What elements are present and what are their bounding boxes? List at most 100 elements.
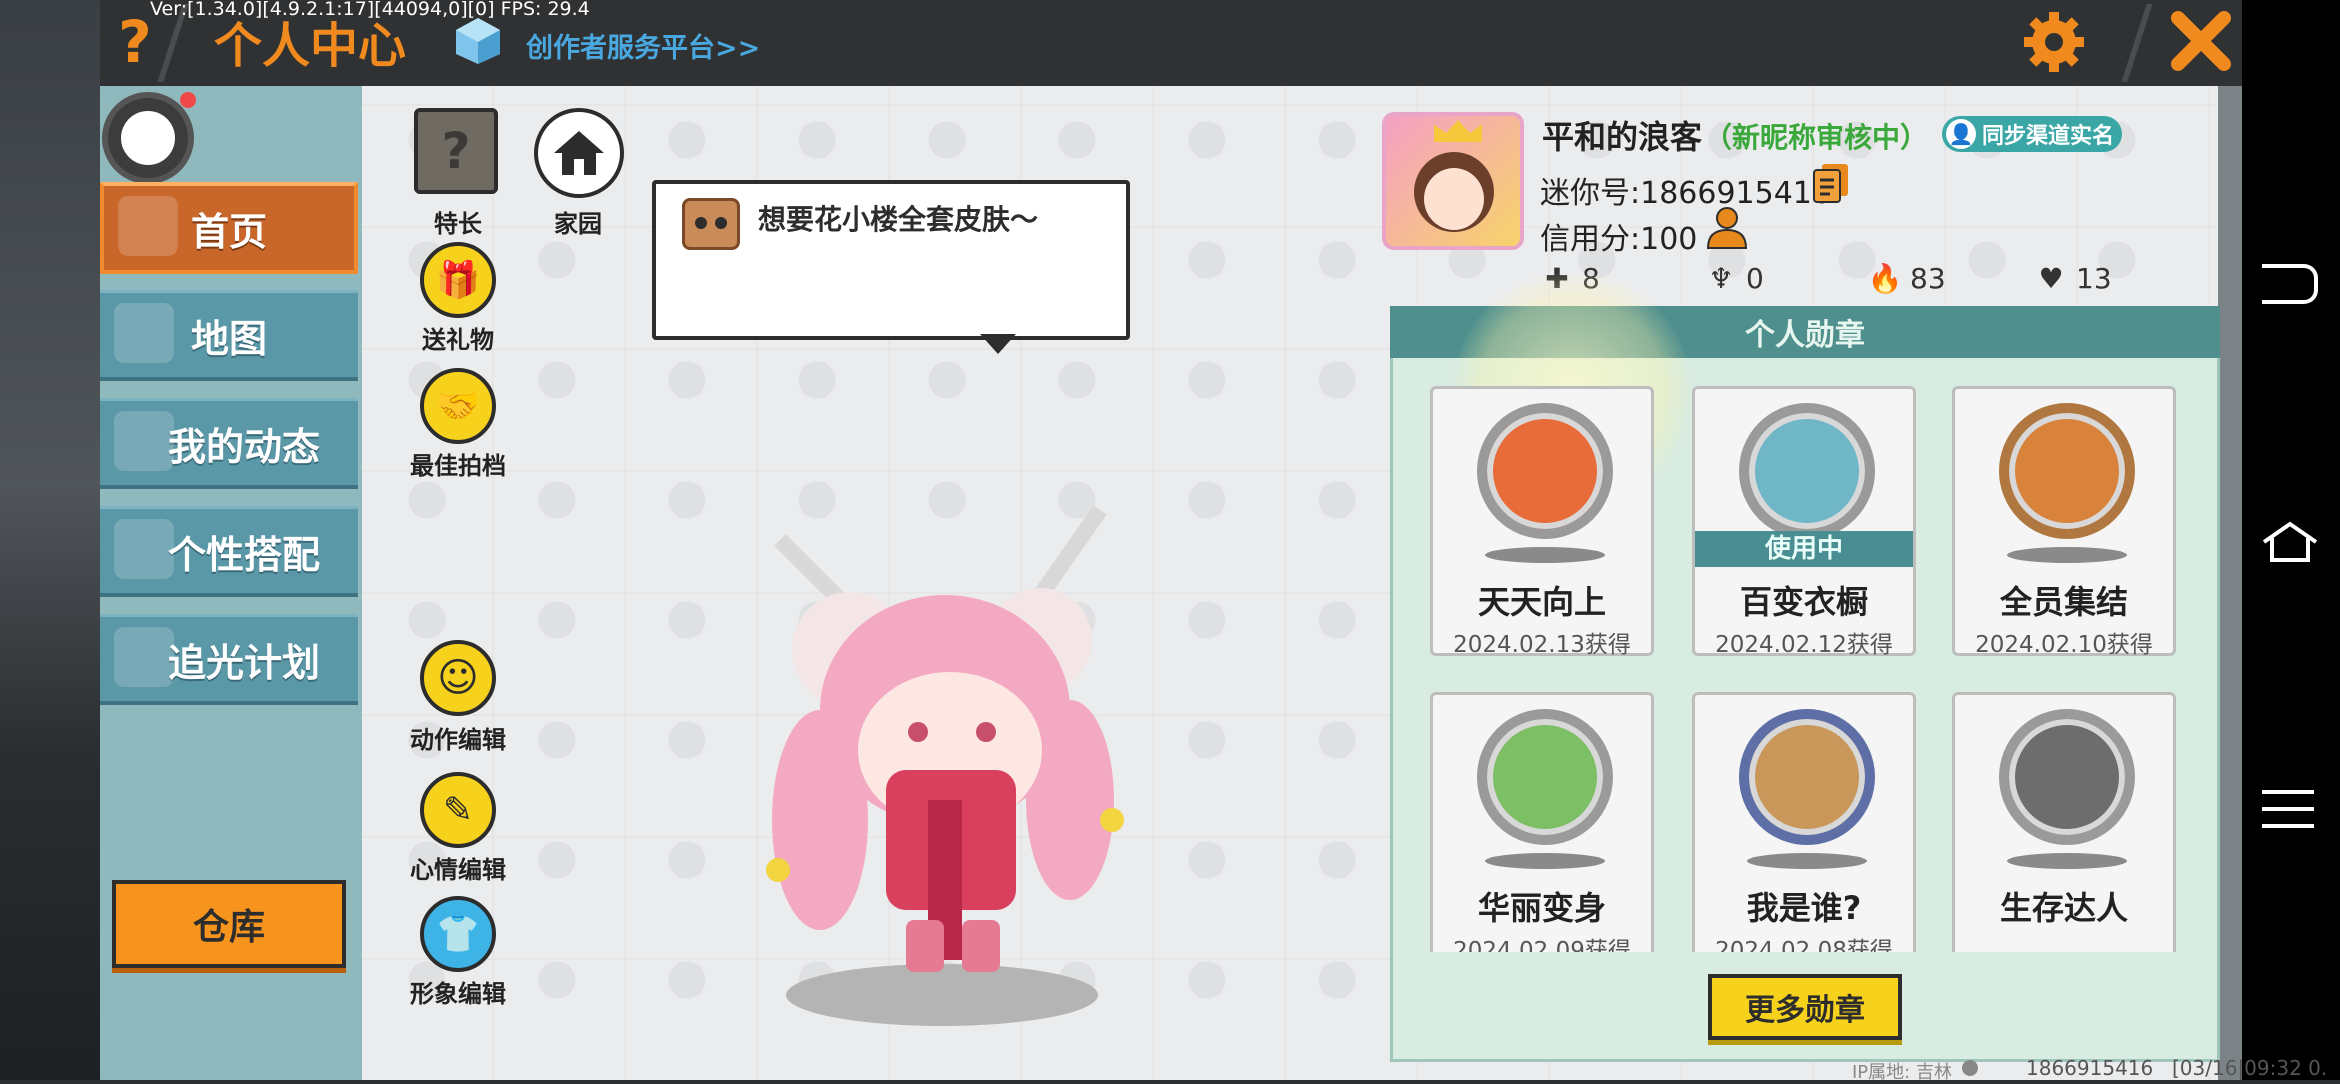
question-icon: ?	[441, 122, 471, 180]
clothes-icon: 👕	[435, 914, 481, 955]
medal-name: 百变衣橱	[1739, 583, 1868, 621]
partner-label: 最佳拍档	[410, 452, 506, 480]
medal-icon	[1477, 403, 1613, 539]
character-avatar[interactable]	[740, 500, 1140, 1000]
house-icon	[554, 131, 604, 175]
menu-icon[interactable]	[2262, 788, 2314, 830]
medal-icon	[1999, 709, 2135, 845]
footer-uid: 1866915416	[2026, 1056, 2154, 1080]
medals-grid: 天天向上 2024.02.13获得 使用中 百变衣橱 2024.02.12获得 …	[1430, 386, 2200, 952]
scroll-track	[2218, 86, 2242, 1080]
back-icon[interactable]	[2262, 264, 2318, 304]
credit-info-button[interactable]	[1706, 206, 1748, 250]
gift-label: 送礼物	[422, 326, 494, 354]
stat-fans[interactable]: ♆ 0	[1706, 262, 1763, 295]
medal-card[interactable]: 全员集结 2024.02.10获得	[1952, 386, 2176, 658]
specialty-button[interactable]: ?	[414, 108, 498, 194]
medal-date: 2024.02.08获得	[1715, 938, 1893, 952]
gift-button[interactable]: 🎁	[420, 242, 496, 318]
medal-name: 生存达人	[1999, 889, 2128, 927]
medal-card[interactable]: 使用中 百变衣橱 2024.02.12获得	[1692, 386, 1916, 658]
copy-id-button[interactable]	[1812, 162, 1850, 204]
map-icon	[114, 303, 174, 363]
footer-timestamp: [03/16|09:32 0.	[2172, 1056, 2328, 1080]
sidebar-tab-feed[interactable]: 我的动态	[100, 398, 358, 489]
pet-avatar-icon	[682, 198, 740, 250]
image-edit-button[interactable]: 👕	[420, 896, 496, 972]
medal-card[interactable]: 我是谁? 2024.02.08获得	[1692, 692, 1916, 952]
gear-icon	[2024, 12, 2084, 72]
home-button[interactable]	[534, 108, 624, 198]
medal-icon	[1999, 403, 2135, 539]
medal-icon	[1477, 709, 1613, 845]
copy-icon	[1813, 164, 1848, 203]
medal-shadow	[2007, 547, 2127, 563]
avatar[interactable]	[1382, 112, 1524, 250]
partner-button[interactable]: 🤝	[420, 368, 496, 444]
medal-card[interactable]: 生存达人	[1952, 692, 2176, 952]
mood-edit-button[interactable]: ✎	[420, 772, 496, 848]
stat-popularity[interactable]: 🔥 83	[1867, 262, 1946, 295]
warehouse-button[interactable]: 仓库	[112, 880, 346, 968]
cube-icon	[454, 16, 502, 66]
medal-shadow	[1747, 853, 1867, 869]
sidebar-tab-outfit[interactable]: 个性搭配	[100, 506, 358, 597]
background-scenery-left	[0, 0, 100, 1080]
specialty-label: 特长	[434, 210, 482, 238]
gift-icon: 🎁	[435, 260, 481, 301]
crown-icon	[1434, 120, 1482, 142]
sync-realname-button[interactable]: 👤 同步渠道实名	[1942, 116, 2122, 152]
medal-card[interactable]: 华丽变身 2024.02.09获得	[1430, 692, 1654, 952]
image-edit-label: 形象编辑	[410, 980, 506, 1008]
sidebar-tab-chase-light[interactable]: 追光计划	[100, 614, 358, 705]
medal-card[interactable]: 天天向上 2024.02.13获得	[1430, 386, 1654, 658]
record-icon	[121, 111, 175, 165]
medal-name: 华丽变身	[1477, 889, 1606, 927]
info-icon	[1962, 1060, 1978, 1076]
close-icon	[2171, 11, 2231, 71]
medal-date: 2024.02.12获得	[1715, 632, 1893, 658]
credit-score: 信用分:100	[1540, 222, 1698, 257]
mood-edit-label: 心情编辑	[410, 856, 506, 884]
title-bar: ? 个人中心 创作者服务平台>> Ver:[1.34.0][4.9.2.1:17…	[100, 0, 2242, 89]
motion-edit-label: 动作编辑	[410, 726, 506, 754]
record-button[interactable]	[102, 92, 194, 184]
close-button[interactable]	[2170, 10, 2232, 72]
home-icon[interactable]	[2260, 520, 2320, 564]
medal-name: 天天向上	[1477, 583, 1606, 621]
medal-shadow	[1485, 853, 1605, 869]
android-nav-bar	[2240, 0, 2340, 1080]
heart-icon: ♥	[2038, 262, 2064, 295]
medal-icon	[1739, 709, 1875, 845]
flame-icon: 🔥	[1867, 262, 1903, 295]
sidebar-tab-home[interactable]: 首页	[100, 182, 358, 274]
edit-icon: ✎	[442, 789, 474, 831]
more-medals-button[interactable]: 更多勋章	[1708, 974, 1902, 1040]
creator-platform-link[interactable]: 创作者服务平台>>	[526, 26, 760, 65]
motion-edit-button[interactable]: ☺	[420, 640, 496, 716]
nickname-status: （新昵称审核中）	[1704, 121, 1929, 154]
bell-icon	[114, 411, 174, 471]
stat-likes[interactable]: ♥ 13	[2036, 262, 2111, 295]
plan-icon	[114, 627, 174, 687]
medal-shadow	[1485, 547, 1605, 563]
shirt-icon	[118, 196, 178, 256]
settings-button[interactable]	[2020, 8, 2088, 76]
home-label: 家园	[554, 210, 602, 238]
medal-name: 我是谁?	[1746, 889, 1862, 927]
sidebar-tab-map[interactable]: 地图	[100, 290, 358, 381]
medal-shadow	[2007, 853, 2127, 869]
medal-date: 2024.02.09获得	[1453, 938, 1631, 952]
medal-date: 2024.02.13获得	[1453, 632, 1631, 658]
person-badge-icon	[1706, 207, 1748, 249]
speech-bubble-tail	[980, 334, 1016, 354]
medal-icon	[1739, 403, 1875, 539]
notification-dot	[180, 92, 196, 108]
medal-name: 全员集结	[1999, 583, 2128, 621]
divider	[2121, 4, 2153, 82]
figure-icon: ☺	[437, 655, 479, 701]
speech-text: 想要花小楼全套皮肤～	[758, 203, 1039, 236]
medal-date: 2024.02.10获得	[1975, 632, 2153, 658]
speech-bubble[interactable]: 想要花小楼全套皮肤～	[652, 180, 1130, 340]
outfit-icon	[114, 519, 174, 579]
